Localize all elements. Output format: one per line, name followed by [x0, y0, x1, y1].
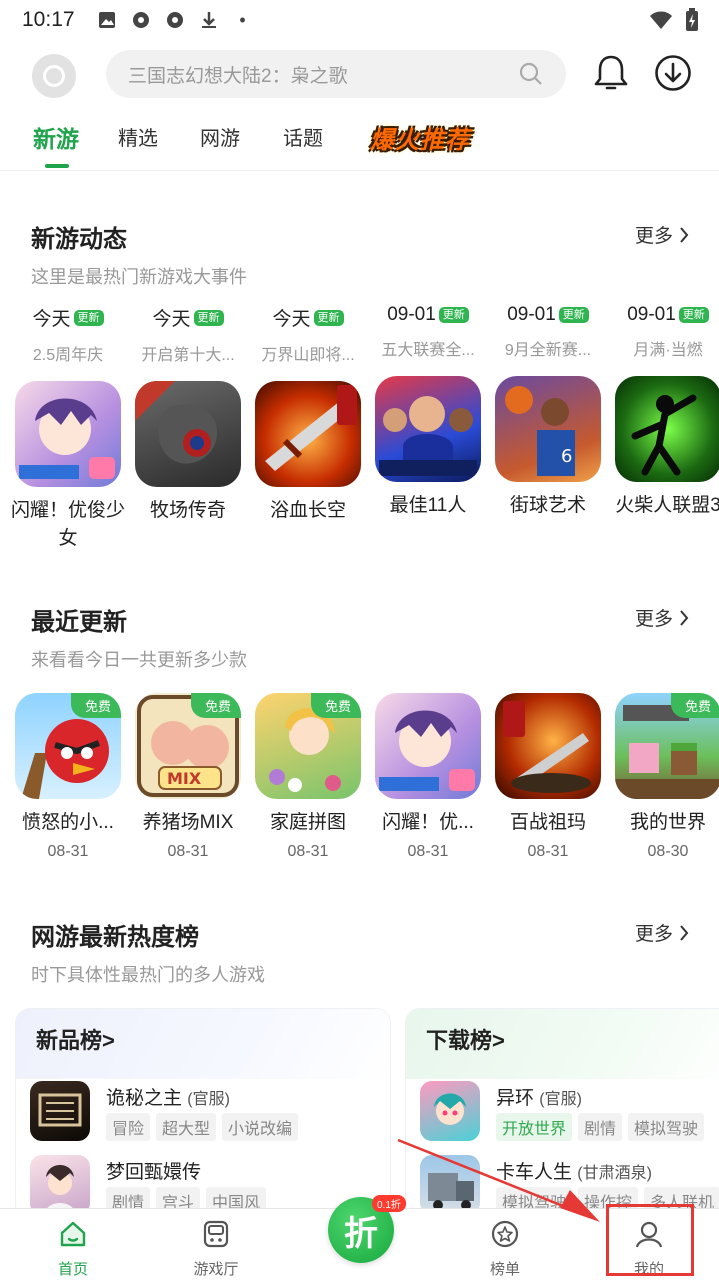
app-screen: 10:17 • 三国志幻想大陆2：枭之歌 新游 精选 网游 话题 爆火推荐 新游…	[0, 0, 719, 1285]
annotation-arrow	[397, 1138, 600, 1222]
annotation-highlight-box	[606, 1204, 694, 1276]
